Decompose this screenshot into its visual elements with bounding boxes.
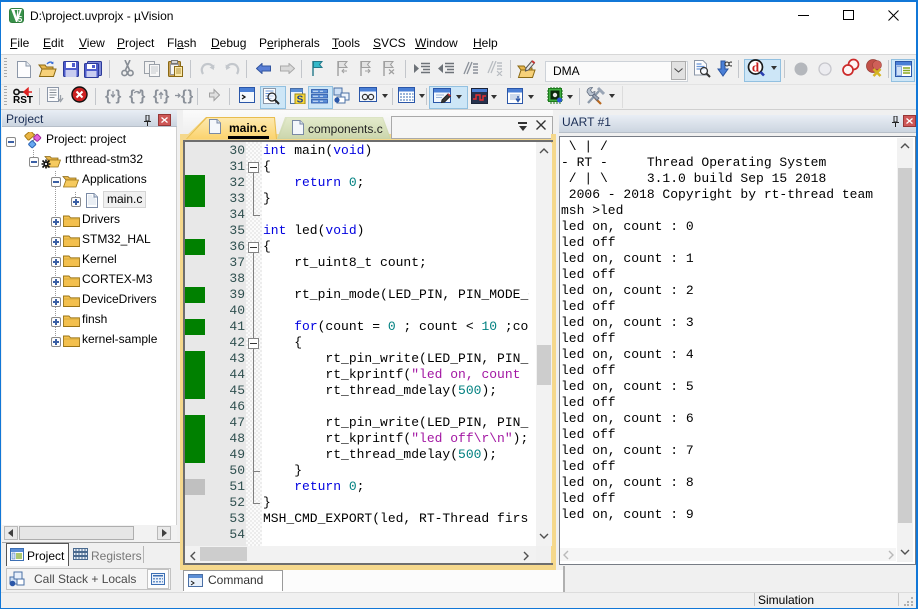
svg-text:S: S <box>297 95 304 105</box>
svg-text:}: } <box>164 88 170 105</box>
svg-text:d: d <box>752 60 760 75</box>
svg-text:}: } <box>188 88 194 105</box>
svg-text:{: { <box>153 88 159 105</box>
svg-text:{: { <box>105 88 111 105</box>
svg-text:{: { <box>181 88 187 105</box>
svg-text:}: } <box>140 88 146 105</box>
svg-text:}: } <box>116 88 122 105</box>
svg-text:5: 5 <box>18 15 23 23</box>
svg-text:{: { <box>129 88 135 105</box>
